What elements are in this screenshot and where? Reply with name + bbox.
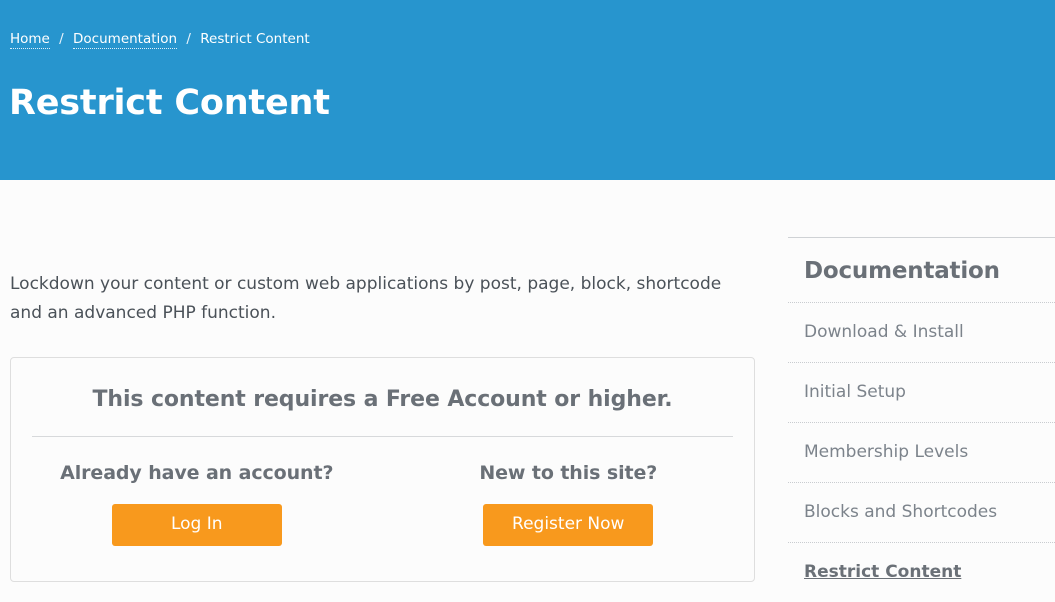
breadcrumb-item-current: Restrict Content xyxy=(200,31,310,47)
breadcrumb-item-home[interactable]: Home xyxy=(10,31,50,49)
register-column: New to this site? Register Now xyxy=(383,437,755,546)
sidebar-item-membership-levels[interactable]: Membership Levels xyxy=(788,422,1055,482)
sidebar-item-restrict-content[interactable]: Restrict Content xyxy=(788,542,1055,602)
log-in-button[interactable]: Log In xyxy=(111,504,282,546)
content-area: Lockdown your content or custom web appl… xyxy=(0,180,1055,582)
breadcrumb: Home / Documentation / Restrict Content xyxy=(10,30,310,49)
register-prompt: New to this site? xyxy=(479,462,658,484)
restriction-notice: This content requires a Free Account or … xyxy=(10,357,755,582)
sidebar-item-initial-setup[interactable]: Initial Setup xyxy=(788,362,1055,422)
breadcrumb-separator: / xyxy=(186,31,191,47)
sidebar-item-blocks-shortcodes[interactable]: Blocks and Shortcodes xyxy=(788,482,1055,542)
login-column: Already have an account? Log In xyxy=(11,437,383,546)
login-prompt: Already have an account? xyxy=(60,462,334,484)
breadcrumb-item-documentation[interactable]: Documentation xyxy=(73,31,178,49)
sidebar-item-download-install[interactable]: Download & Install xyxy=(788,302,1055,362)
sidebar-heading: Documentation xyxy=(804,258,1000,284)
page-title: Restrict Content xyxy=(9,83,330,123)
register-now-button[interactable]: Register Now xyxy=(483,504,654,546)
documentation-sidebar: Documentation Download & Install Initial… xyxy=(788,237,1055,602)
breadcrumb-separator: / xyxy=(59,31,64,47)
page-header: Home / Documentation / Restrict Content … xyxy=(0,0,1055,180)
restriction-choices: Already have an account? Log In New to t… xyxy=(11,437,754,546)
restriction-heading: This content requires a Free Account or … xyxy=(92,387,673,412)
intro-paragraph: Lockdown your content or custom web appl… xyxy=(10,274,722,323)
